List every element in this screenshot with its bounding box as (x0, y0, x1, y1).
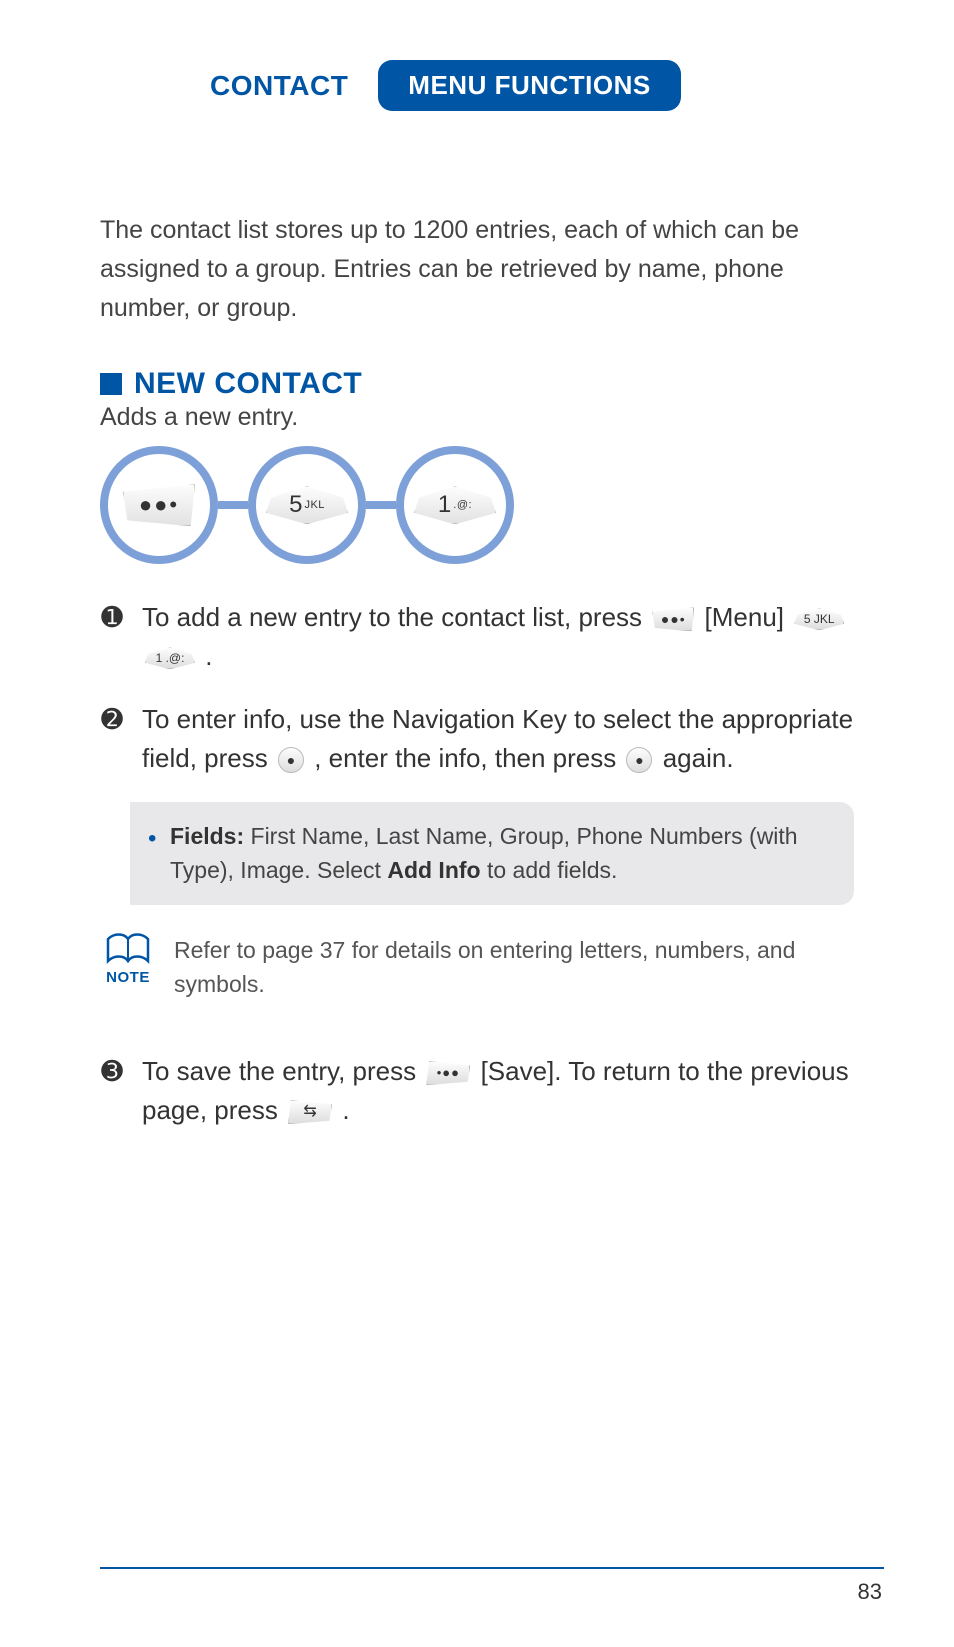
key-1-symbols: .@: (453, 499, 472, 511)
step-number-3-icon: ➌ (100, 1052, 124, 1130)
key-1-icon: 1 .@: (414, 486, 496, 524)
fields-text-2: to add fields. (487, 857, 617, 883)
key-circle-menu: ●●• (100, 446, 218, 564)
inline-back-key-icon: ⇆ (288, 1100, 332, 1124)
add-info-label: Add Info (387, 857, 480, 883)
inline-ok-key-icon: ● (278, 747, 304, 773)
key-1-digit: 1 (438, 491, 451, 519)
steps-list: ➊ To add a new entry to the contact list… (100, 598, 854, 1130)
fields-text-1: First Name, Last Name, Group, Phone Numb… (170, 823, 798, 882)
section-bullet-icon (100, 373, 122, 395)
step-2-end: again. (663, 743, 734, 773)
section-subtitle: Adds a new entry. (100, 403, 854, 432)
footer-rule (100, 1567, 884, 1569)
inline-key-1-icon: 1 .@: (145, 647, 195, 669)
section-heading: NEW CONTACT (100, 367, 854, 401)
key-5-letters: JKL (304, 499, 324, 511)
page-header: CONTACT MENU FUNCTIONS (210, 60, 854, 111)
step-3-pre: To save the entry, press (142, 1056, 423, 1086)
step-number-1-icon: ➊ (100, 598, 124, 676)
fields-label: Fields: (170, 823, 244, 849)
step-3: ➌ To save the entry, press •●● [Save]. T… (100, 1052, 854, 1130)
step-1-pre: To add a new entry to the contact list, … (142, 602, 649, 632)
key-connector-icon (218, 501, 248, 509)
bullet-icon: • (148, 822, 156, 857)
key-connector-icon (366, 501, 396, 509)
inline-key-5-icon: 5 JKL (794, 608, 844, 630)
intro-paragraph: The contact list stores up to 1200 entri… (100, 211, 854, 327)
note-icon-wrap: NOTE (100, 931, 156, 986)
step-1-end: . (205, 641, 212, 671)
header-tab: MENU FUNCTIONS (378, 60, 680, 111)
step-1: ➊ To add a new entry to the contact list… (100, 598, 854, 676)
step-number-2-icon: ➋ (100, 700, 124, 778)
page-number: 83 (858, 1579, 882, 1605)
step-3-text: To save the entry, press •●● [Save]. To … (142, 1052, 854, 1130)
open-book-icon (104, 931, 152, 967)
note-callout: NOTE Refer to page 37 for details on ent… (100, 931, 854, 1002)
step-2-mid: , enter the info, then press (314, 743, 623, 773)
header-section-label: CONTACT (210, 70, 348, 102)
step-3-end: . (342, 1095, 349, 1125)
step-2: ➋ To enter info, use the Navigation Key … (100, 700, 854, 778)
menu-key-icon: ●●• (123, 484, 195, 526)
inline-menu-key-icon: ●●• (652, 607, 694, 631)
key-5-icon: 5 JKL (266, 486, 348, 524)
note-label: NOTE (100, 969, 156, 986)
key-circle-5: 5 JKL (248, 446, 366, 564)
step-1-menu-label: [Menu] (705, 602, 792, 632)
key-circle-1: 1 .@: (396, 446, 514, 564)
section-title: NEW CONTACT (134, 367, 362, 401)
fields-callout: • Fields: First Name, Last Name, Group, … (130, 802, 854, 905)
key-sequence-diagram: ●●• 5 JKL 1 .@: (100, 446, 854, 564)
inline-save-key-icon: •●● (426, 1061, 470, 1085)
key-5-digit: 5 (289, 491, 302, 519)
inline-ok-key-icon: ● (626, 747, 652, 773)
step-1-text: To add a new entry to the contact list, … (142, 598, 854, 676)
step-2-text: To enter info, use the Navigation Key to… (142, 700, 854, 778)
note-text: Refer to page 37 for details on entering… (174, 931, 854, 1002)
